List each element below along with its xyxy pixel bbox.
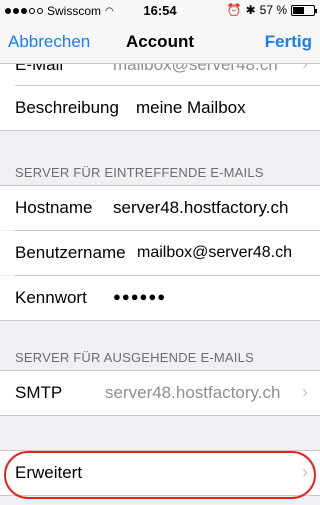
username-value[interactable]: mailbox@server48.ch	[137, 244, 292, 262]
alarm-icon: ⏰	[226, 3, 242, 17]
hostname-label: Hostname	[15, 198, 93, 217]
outgoing-section-header: SERVER FÜR AUSGEHENDE E-MAILS	[15, 350, 254, 365]
smtp-value: server48.hostfactory.ch	[105, 383, 281, 402]
username-cell[interactable]: Benutzername mailbox@server48.ch	[0, 231, 320, 275]
divider	[0, 130, 320, 131]
description-value[interactable]: meine Mailbox	[136, 98, 246, 118]
password-field[interactable]: ●●●●●●	[113, 289, 166, 304]
incoming-section-header: SERVER FÜR EINTREFFENDE E-MAILS	[15, 165, 264, 180]
cancel-button[interactable]: Abbrechen	[8, 32, 90, 52]
bluetooth-icon: ✱	[245, 3, 256, 17]
description-cell[interactable]: Beschreibung meine Mailbox	[0, 86, 320, 130]
navigation-bar: Abbrechen Account Fertig	[0, 20, 320, 64]
chevron-right-icon: ›	[302, 462, 308, 482]
password-label: Kennwort	[15, 288, 87, 307]
advanced-label: Erweitert	[15, 463, 83, 482]
smtp-cell[interactable]: SMTP server48.hostfactory.ch ›	[0, 371, 320, 415]
username-label: Benutzername	[15, 243, 126, 262]
divider	[0, 495, 320, 496]
divider	[0, 415, 320, 416]
advanced-cell[interactable]: Erweitert ›	[0, 451, 320, 495]
battery-percent: 57 %	[259, 3, 287, 17]
chevron-right-icon: ›	[302, 382, 308, 402]
password-cell[interactable]: Kennwort ●●●●●●	[0, 276, 320, 320]
description-label: Beschreibung	[15, 98, 119, 117]
hostname-value[interactable]: server48.hostfactory.ch	[113, 198, 288, 218]
hostname-cell[interactable]: Hostname server48.hostfactory.ch	[0, 186, 320, 230]
done-button[interactable]: Fertig	[265, 32, 312, 52]
status-bar: Swisscom ◠ 16:54 ⏰ ✱ 57 %	[0, 0, 320, 20]
divider	[0, 320, 320, 321]
battery-icon	[291, 4, 317, 16]
smtp-label: SMTP	[15, 383, 63, 402]
